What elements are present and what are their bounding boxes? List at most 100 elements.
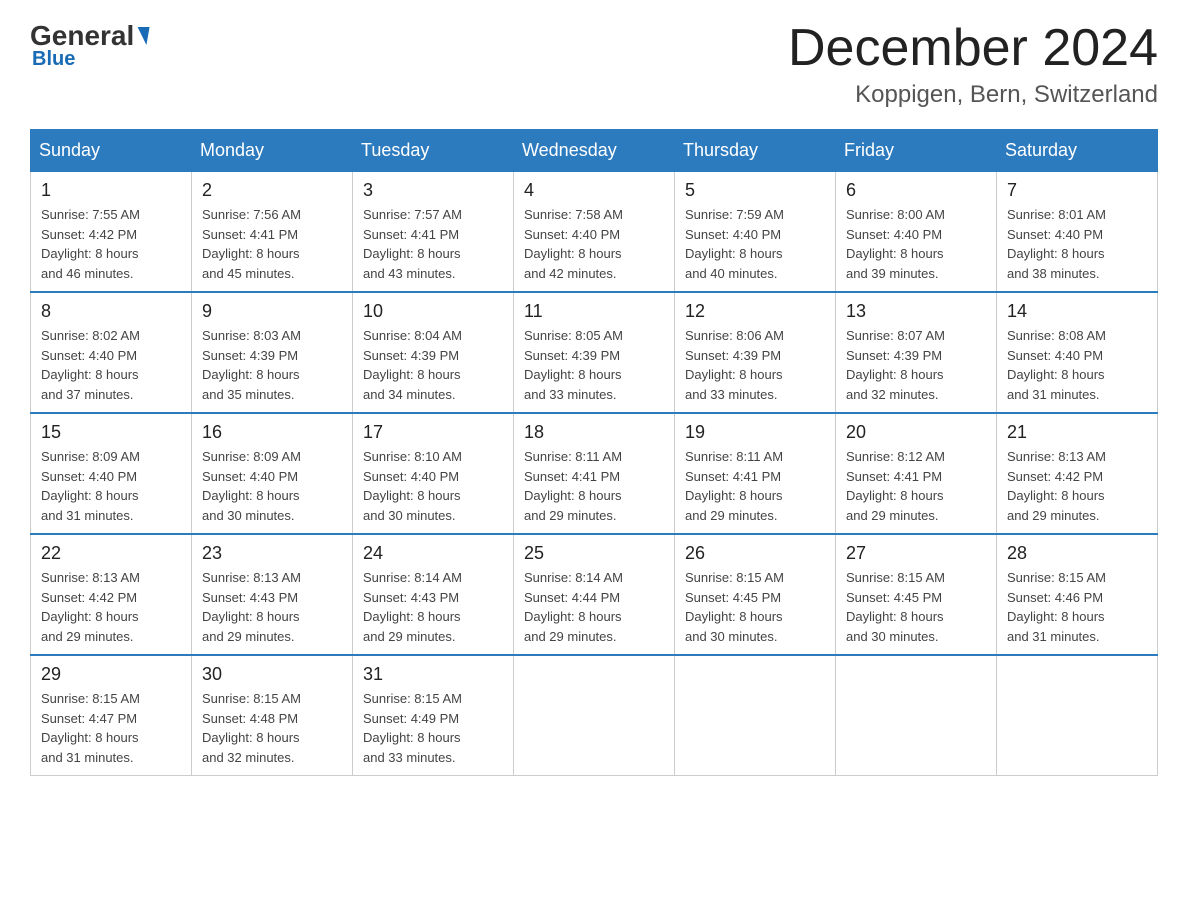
calendar-cell: 8 Sunrise: 8:02 AMSunset: 4:40 PMDayligh…	[31, 292, 192, 413]
day-info: Sunrise: 8:15 AMSunset: 4:46 PMDaylight:…	[1007, 570, 1106, 644]
day-number: 29	[41, 664, 181, 685]
calendar-cell: 23 Sunrise: 8:13 AMSunset: 4:43 PMDaylig…	[192, 534, 353, 655]
day-info: Sunrise: 8:00 AMSunset: 4:40 PMDaylight:…	[846, 207, 945, 281]
day-number: 21	[1007, 422, 1147, 443]
day-info: Sunrise: 8:13 AMSunset: 4:43 PMDaylight:…	[202, 570, 301, 644]
calendar-cell: 10 Sunrise: 8:04 AMSunset: 4:39 PMDaylig…	[353, 292, 514, 413]
day-info: Sunrise: 8:11 AMSunset: 4:41 PMDaylight:…	[685, 449, 783, 523]
day-number: 2	[202, 180, 342, 201]
day-info: Sunrise: 8:10 AMSunset: 4:40 PMDaylight:…	[363, 449, 462, 523]
title-section: December 2024 Koppigen, Bern, Switzerlan…	[788, 20, 1158, 109]
day-info: Sunrise: 7:55 AMSunset: 4:42 PMDaylight:…	[41, 207, 140, 281]
day-info: Sunrise: 8:15 AMSunset: 4:47 PMDaylight:…	[41, 691, 140, 765]
calendar-cell	[997, 655, 1158, 776]
calendar-week-row: 29 Sunrise: 8:15 AMSunset: 4:47 PMDaylig…	[31, 655, 1158, 776]
calendar-cell: 27 Sunrise: 8:15 AMSunset: 4:45 PMDaylig…	[836, 534, 997, 655]
calendar-cell: 28 Sunrise: 8:15 AMSunset: 4:46 PMDaylig…	[997, 534, 1158, 655]
day-number: 6	[846, 180, 986, 201]
day-info: Sunrise: 7:59 AMSunset: 4:40 PMDaylight:…	[685, 207, 784, 281]
page-header: General Blue December 2024 Koppigen, Ber…	[30, 20, 1158, 109]
calendar-cell: 7 Sunrise: 8:01 AMSunset: 4:40 PMDayligh…	[997, 172, 1158, 293]
day-info: Sunrise: 8:15 AMSunset: 4:45 PMDaylight:…	[846, 570, 945, 644]
day-number: 27	[846, 543, 986, 564]
calendar-cell: 1 Sunrise: 7:55 AMSunset: 4:42 PMDayligh…	[31, 172, 192, 293]
calendar-cell: 20 Sunrise: 8:12 AMSunset: 4:41 PMDaylig…	[836, 413, 997, 534]
day-info: Sunrise: 8:13 AMSunset: 4:42 PMDaylight:…	[1007, 449, 1106, 523]
day-number: 10	[363, 301, 503, 322]
col-header-thursday: Thursday	[675, 130, 836, 172]
day-info: Sunrise: 7:56 AMSunset: 4:41 PMDaylight:…	[202, 207, 301, 281]
day-info: Sunrise: 8:07 AMSunset: 4:39 PMDaylight:…	[846, 328, 945, 402]
day-number: 3	[363, 180, 503, 201]
calendar-cell: 6 Sunrise: 8:00 AMSunset: 4:40 PMDayligh…	[836, 172, 997, 293]
day-number: 11	[524, 301, 664, 322]
col-header-tuesday: Tuesday	[353, 130, 514, 172]
calendar-cell: 14 Sunrise: 8:08 AMSunset: 4:40 PMDaylig…	[997, 292, 1158, 413]
day-number: 25	[524, 543, 664, 564]
day-number: 7	[1007, 180, 1147, 201]
calendar-cell: 31 Sunrise: 8:15 AMSunset: 4:49 PMDaylig…	[353, 655, 514, 776]
day-number: 12	[685, 301, 825, 322]
day-info: Sunrise: 8:13 AMSunset: 4:42 PMDaylight:…	[41, 570, 140, 644]
calendar-cell: 22 Sunrise: 8:13 AMSunset: 4:42 PMDaylig…	[31, 534, 192, 655]
calendar-cell: 18 Sunrise: 8:11 AMSunset: 4:41 PMDaylig…	[514, 413, 675, 534]
day-info: Sunrise: 8:09 AMSunset: 4:40 PMDaylight:…	[41, 449, 140, 523]
calendar-week-row: 15 Sunrise: 8:09 AMSunset: 4:40 PMDaylig…	[31, 413, 1158, 534]
day-number: 13	[846, 301, 986, 322]
day-number: 9	[202, 301, 342, 322]
day-info: Sunrise: 8:01 AMSunset: 4:40 PMDaylight:…	[1007, 207, 1106, 281]
day-info: Sunrise: 8:15 AMSunset: 4:45 PMDaylight:…	[685, 570, 784, 644]
day-info: Sunrise: 8:03 AMSunset: 4:39 PMDaylight:…	[202, 328, 301, 402]
day-number: 16	[202, 422, 342, 443]
day-info: Sunrise: 8:14 AMSunset: 4:44 PMDaylight:…	[524, 570, 623, 644]
calendar-week-row: 22 Sunrise: 8:13 AMSunset: 4:42 PMDaylig…	[31, 534, 1158, 655]
day-info: Sunrise: 8:05 AMSunset: 4:39 PMDaylight:…	[524, 328, 623, 402]
logo-blue-word: Blue	[32, 48, 75, 71]
day-info: Sunrise: 8:08 AMSunset: 4:40 PMDaylight:…	[1007, 328, 1106, 402]
logo-arrow-icon	[135, 27, 150, 45]
calendar-cell: 2 Sunrise: 7:56 AMSunset: 4:41 PMDayligh…	[192, 172, 353, 293]
month-title: December 2024	[788, 20, 1158, 77]
day-number: 22	[41, 543, 181, 564]
calendar-cell: 21 Sunrise: 8:13 AMSunset: 4:42 PMDaylig…	[997, 413, 1158, 534]
calendar-cell: 9 Sunrise: 8:03 AMSunset: 4:39 PMDayligh…	[192, 292, 353, 413]
day-info: Sunrise: 8:06 AMSunset: 4:39 PMDaylight:…	[685, 328, 784, 402]
calendar-cell: 24 Sunrise: 8:14 AMSunset: 4:43 PMDaylig…	[353, 534, 514, 655]
calendar-cell: 26 Sunrise: 8:15 AMSunset: 4:45 PMDaylig…	[675, 534, 836, 655]
day-number: 26	[685, 543, 825, 564]
day-info: Sunrise: 8:09 AMSunset: 4:40 PMDaylight:…	[202, 449, 301, 523]
day-info: Sunrise: 8:02 AMSunset: 4:40 PMDaylight:…	[41, 328, 140, 402]
day-number: 28	[1007, 543, 1147, 564]
calendar-cell	[514, 655, 675, 776]
day-number: 4	[524, 180, 664, 201]
day-info: Sunrise: 8:14 AMSunset: 4:43 PMDaylight:…	[363, 570, 462, 644]
calendar-cell: 13 Sunrise: 8:07 AMSunset: 4:39 PMDaylig…	[836, 292, 997, 413]
calendar-cell: 4 Sunrise: 7:58 AMSunset: 4:40 PMDayligh…	[514, 172, 675, 293]
day-info: Sunrise: 8:12 AMSunset: 4:41 PMDaylight:…	[846, 449, 945, 523]
calendar-week-row: 1 Sunrise: 7:55 AMSunset: 4:42 PMDayligh…	[31, 172, 1158, 293]
day-info: Sunrise: 8:15 AMSunset: 4:49 PMDaylight:…	[363, 691, 462, 765]
day-info: Sunrise: 8:04 AMSunset: 4:39 PMDaylight:…	[363, 328, 462, 402]
calendar-cell: 12 Sunrise: 8:06 AMSunset: 4:39 PMDaylig…	[675, 292, 836, 413]
calendar-cell	[675, 655, 836, 776]
calendar-cell: 15 Sunrise: 8:09 AMSunset: 4:40 PMDaylig…	[31, 413, 192, 534]
col-header-sunday: Sunday	[31, 130, 192, 172]
day-number: 14	[1007, 301, 1147, 322]
col-header-monday: Monday	[192, 130, 353, 172]
day-number: 19	[685, 422, 825, 443]
day-number: 5	[685, 180, 825, 201]
calendar-cell: 5 Sunrise: 7:59 AMSunset: 4:40 PMDayligh…	[675, 172, 836, 293]
calendar-cell: 25 Sunrise: 8:14 AMSunset: 4:44 PMDaylig…	[514, 534, 675, 655]
day-number: 20	[846, 422, 986, 443]
day-number: 17	[363, 422, 503, 443]
day-number: 1	[41, 180, 181, 201]
calendar-cell	[836, 655, 997, 776]
day-number: 31	[363, 664, 503, 685]
col-header-wednesday: Wednesday	[514, 130, 675, 172]
calendar-cell: 30 Sunrise: 8:15 AMSunset: 4:48 PMDaylig…	[192, 655, 353, 776]
day-number: 30	[202, 664, 342, 685]
calendar-week-row: 8 Sunrise: 8:02 AMSunset: 4:40 PMDayligh…	[31, 292, 1158, 413]
calendar-cell: 16 Sunrise: 8:09 AMSunset: 4:40 PMDaylig…	[192, 413, 353, 534]
day-number: 18	[524, 422, 664, 443]
logo: General Blue	[30, 20, 148, 71]
